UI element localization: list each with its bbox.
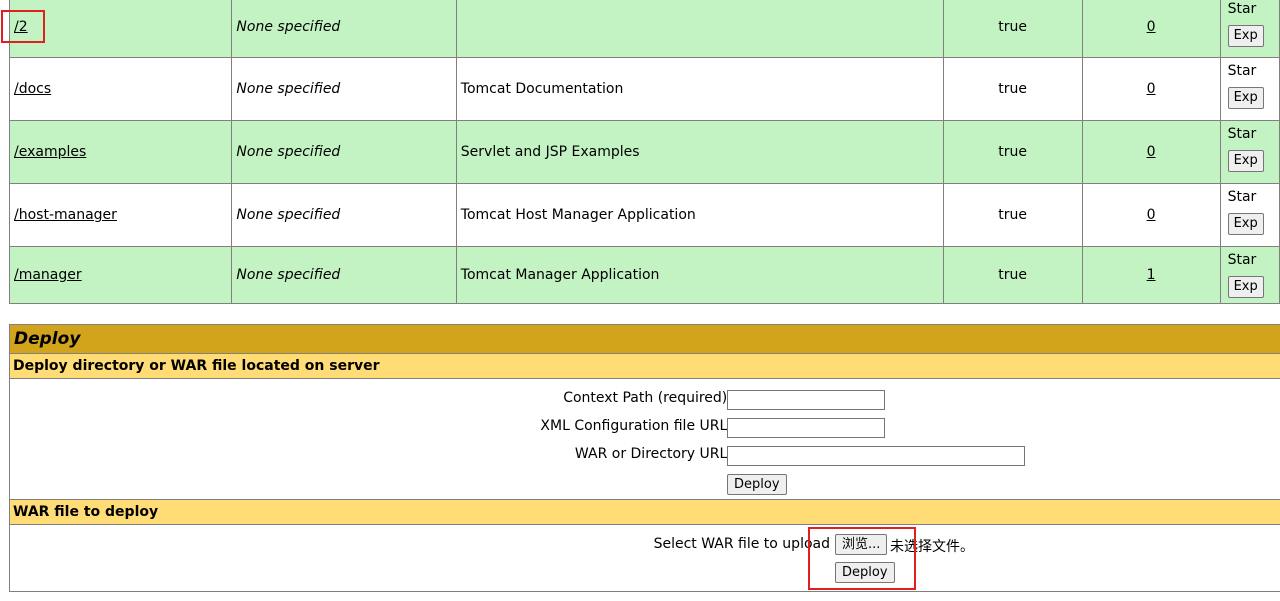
- war-dir-label: WAR or Directory URL:: [574, 446, 732, 462]
- table-row: /manager None specified Tomcat Manager A…: [8, 246, 1280, 304]
- table-row: /host-manager None specified Tomcat Host…: [8, 183, 1280, 247]
- war-deploy-form: Select WAR file to upload 浏览... 未选择文件。 D…: [10, 525, 1280, 592]
- app-version: None specified: [236, 267, 341, 283]
- xml-config-input[interactable]: [727, 418, 885, 438]
- app-path-link[interactable]: /docs: [14, 81, 51, 97]
- app-display-name: Tomcat Documentation: [460, 81, 624, 97]
- app-path-link[interactable]: /examples: [14, 144, 86, 160]
- app-running: true: [998, 144, 1028, 160]
- war-deploy-heading: WAR file to deploy: [10, 500, 1280, 525]
- start-command[interactable]: Star: [1228, 59, 1279, 85]
- app-sessions-cell: 0: [1081, 120, 1221, 184]
- expire-sessions-button[interactable]: Exp: [1227, 25, 1264, 47]
- app-version: None specified: [236, 144, 341, 160]
- app-path-cell: /host-manager: [8, 183, 233, 247]
- table-row: /docs None specified Tomcat Documentatio…: [8, 57, 1280, 121]
- app-commands-cell: Star Exp: [1219, 57, 1280, 121]
- war-dir-input[interactable]: [727, 446, 1025, 466]
- table-row: /examples None specified Servlet and JSP…: [8, 120, 1280, 184]
- start-command[interactable]: Star: [1228, 185, 1279, 211]
- app-version-cell: None specified: [231, 183, 457, 247]
- app-commands-cell: Star Exp: [1219, 183, 1280, 247]
- app-display-name: Tomcat Host Manager Application: [460, 207, 696, 223]
- app-path-cell: /manager: [8, 246, 233, 304]
- select-war-label: Select WAR file to upload: [653, 536, 830, 552]
- app-path-link[interactable]: /host-manager: [14, 207, 117, 223]
- app-display-name: Servlet and JSP Examples: [460, 144, 640, 160]
- app-sessions-link[interactable]: 0: [1147, 81, 1156, 97]
- app-version-cell: None specified: [231, 120, 457, 184]
- app-running-cell: true: [942, 120, 1083, 184]
- app-sessions-link[interactable]: 1: [1147, 267, 1156, 283]
- app-sessions-cell: 0: [1081, 57, 1221, 121]
- app-version: None specified: [236, 81, 341, 97]
- context-path-input[interactable]: [727, 390, 885, 410]
- app-version-cell: None specified: [231, 0, 457, 58]
- app-display-name-cell: Servlet and JSP Examples: [455, 120, 944, 184]
- app-sessions-cell: 0: [1081, 0, 1221, 58]
- app-running-cell: true: [942, 183, 1083, 247]
- app-version: None specified: [236, 207, 341, 223]
- server-deploy-heading: Deploy directory or WAR file located on …: [10, 354, 1280, 379]
- app-running: true: [998, 207, 1028, 223]
- start-command[interactable]: Star: [1228, 122, 1279, 148]
- app-display-name-cell: [455, 0, 944, 58]
- app-running-cell: true: [942, 246, 1083, 304]
- applications-table: /2 None specified true 0 Star Exp /docs …: [8, 0, 1280, 304]
- expire-sessions-button[interactable]: Exp: [1227, 276, 1264, 298]
- table-row: /2 None specified true 0 Star Exp: [8, 0, 1280, 58]
- app-display-name: Tomcat Manager Application: [460, 267, 660, 283]
- expire-sessions-button[interactable]: Exp: [1227, 150, 1264, 172]
- highlight-box-path: [1, 10, 45, 43]
- app-sessions-link[interactable]: 0: [1147, 144, 1156, 160]
- context-path-label: Context Path (required):: [563, 390, 732, 406]
- app-running: true: [998, 81, 1028, 97]
- app-running-cell: true: [942, 0, 1083, 58]
- app-sessions-cell: 1: [1081, 246, 1221, 304]
- start-command[interactable]: Star: [1228, 0, 1279, 22]
- app-sessions-cell: 0: [1081, 183, 1221, 247]
- app-version: None specified: [236, 18, 341, 35]
- start-command[interactable]: Star: [1228, 248, 1279, 274]
- app-sessions-link[interactable]: 0: [1147, 207, 1156, 223]
- xml-config-label: XML Configuration file URL:: [540, 418, 732, 434]
- app-display-name-cell: Tomcat Documentation: [455, 57, 944, 121]
- server-deploy-button[interactable]: Deploy: [727, 474, 787, 495]
- app-commands-cell: Star Exp: [1219, 246, 1280, 304]
- deploy-panel: Deploy Deploy directory or WAR file loca…: [9, 324, 1280, 592]
- app-path-cell: /examples: [8, 120, 233, 184]
- app-commands-cell: Star Exp: [1219, 0, 1280, 58]
- deploy-title: Deploy: [10, 324, 1280, 354]
- app-commands-cell: Star Exp: [1219, 120, 1280, 184]
- app-version-cell: None specified: [231, 57, 457, 121]
- app-sessions-link[interactable]: 0: [1147, 19, 1156, 35]
- app-running-cell: true: [942, 57, 1083, 121]
- server-deploy-form: Context Path (required): XML Configurati…: [10, 379, 1280, 500]
- app-running: true: [998, 18, 1028, 35]
- expire-sessions-button[interactable]: Exp: [1227, 87, 1264, 109]
- app-path-link[interactable]: /manager: [14, 267, 82, 283]
- app-running: true: [998, 267, 1028, 283]
- app-display-name-cell: Tomcat Manager Application: [455, 246, 944, 304]
- expire-sessions-button[interactable]: Exp: [1227, 213, 1264, 235]
- app-version-cell: None specified: [231, 246, 457, 304]
- app-display-name-cell: Tomcat Host Manager Application: [455, 183, 944, 247]
- app-path-cell: /docs: [8, 57, 233, 121]
- highlight-box-upload: [808, 527, 916, 590]
